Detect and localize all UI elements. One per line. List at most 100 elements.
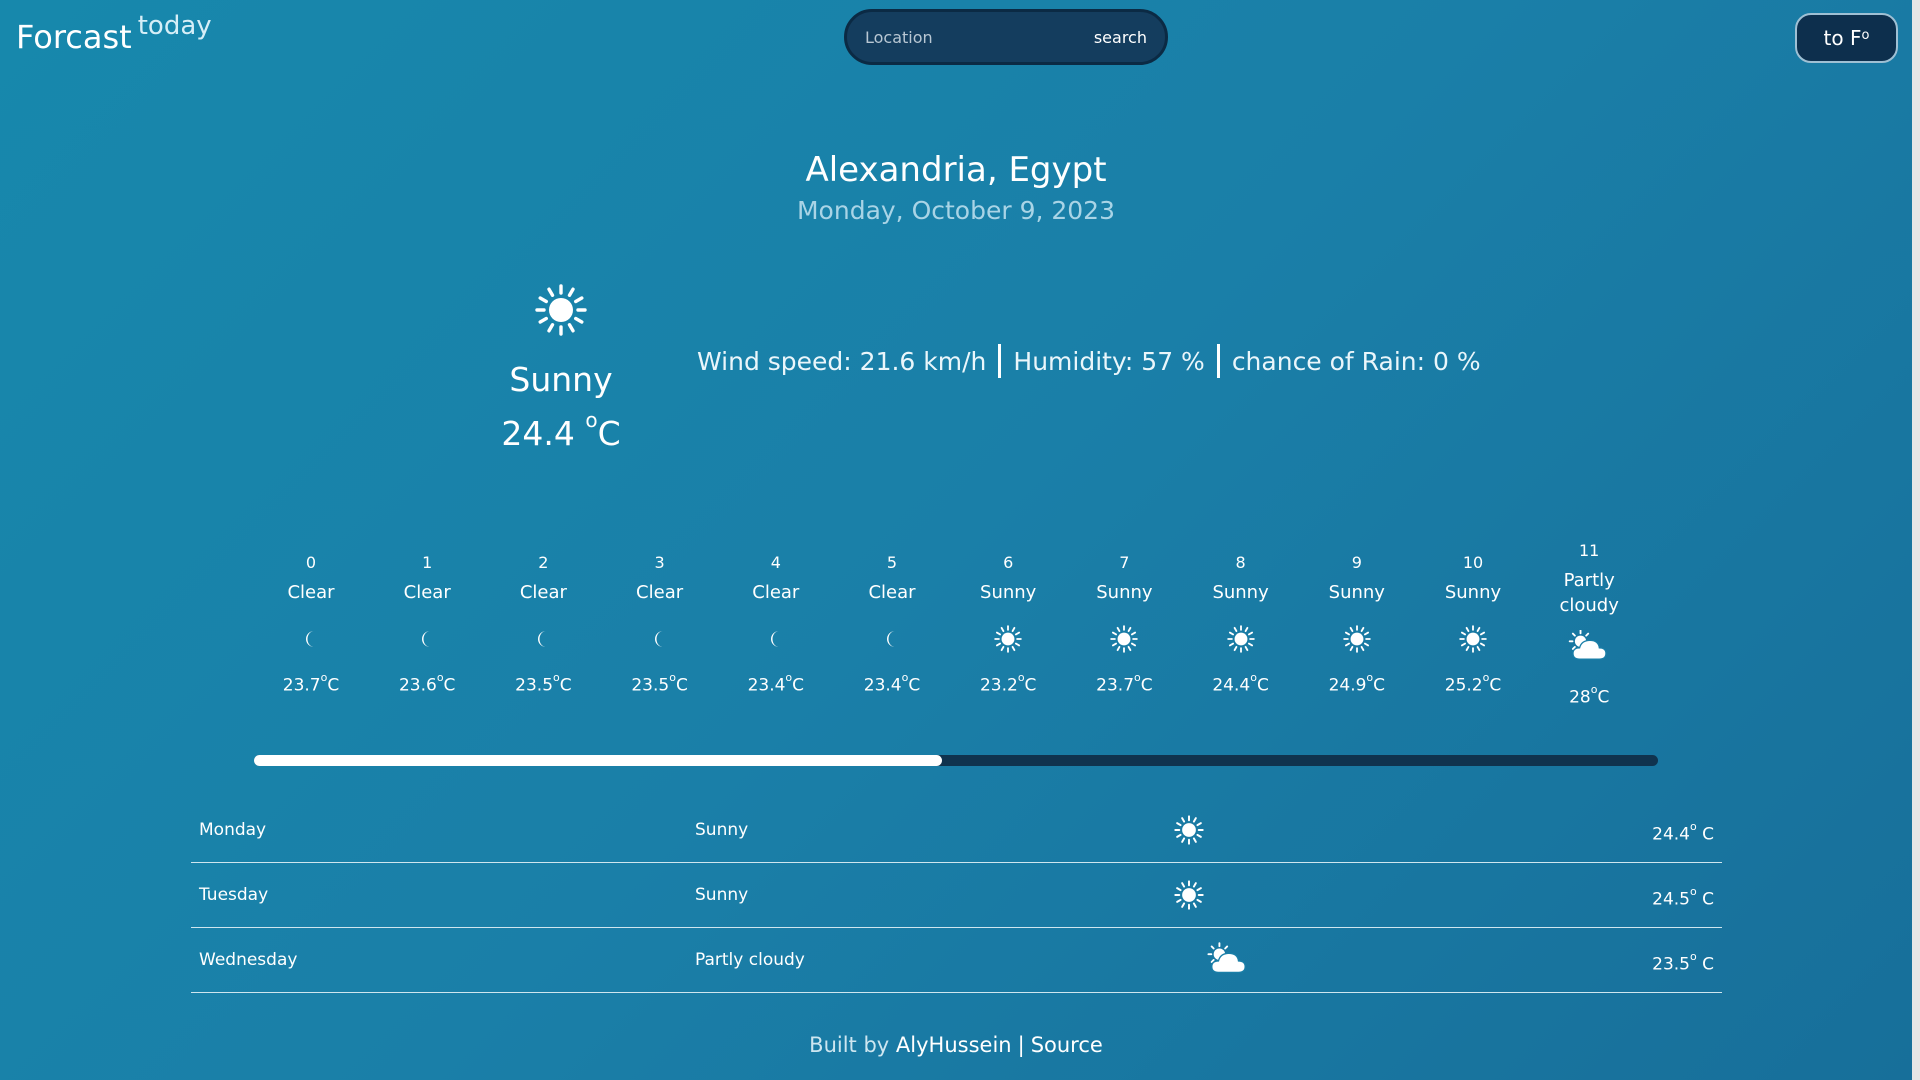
hour-temp-degree: o xyxy=(1250,671,1257,684)
hour-condition: Clear xyxy=(752,582,800,603)
hour-temp-unit: C xyxy=(1597,687,1610,708)
sun-icon xyxy=(535,284,587,336)
hour-temperature: 23.7oC xyxy=(253,671,369,696)
hour-condition: Sunny xyxy=(1444,582,1502,603)
hour-temp-unit: C xyxy=(443,675,456,696)
hour-temperature: 23.7oC xyxy=(1066,671,1182,696)
day-temp-value: 24.5 xyxy=(1652,889,1690,910)
chance-of-rain: chance of Rain: 0 % xyxy=(1231,346,1481,376)
hour-temp-value: 24.9 xyxy=(1328,675,1367,696)
hour-label: 1 xyxy=(422,553,433,572)
moon-icon xyxy=(887,631,895,647)
daily-forecast: Monday Sunny 24.4o C Tuesday Sunny 24.5o C Wed… xyxy=(191,798,1722,993)
hour-temp-degree: o xyxy=(1482,671,1490,684)
day-condition: Sunny xyxy=(695,885,749,905)
humidity: Humidity: 57 % xyxy=(1013,346,1205,376)
hour-temperature: 24.4oC xyxy=(1183,671,1299,696)
daily-row: Tuesday Sunny 24.5o C xyxy=(191,863,1722,928)
day-temperature: 23.5o C xyxy=(1652,928,1714,992)
hour-label: 6 xyxy=(1003,553,1014,572)
page-scrollbar-thumb[interactable] xyxy=(1912,0,1920,1080)
hour-temp-unit: C xyxy=(327,675,340,696)
hour-temp-degree: o xyxy=(1134,671,1141,684)
hour-condition: Clear xyxy=(403,582,451,603)
hour-condition: Clear xyxy=(868,582,916,603)
hour-temperature: 23.5oC xyxy=(602,671,718,696)
hour-temperature: 25.2oC xyxy=(1415,671,1531,696)
hour-temperature: 23.5oC xyxy=(485,671,601,696)
hour-temperature: 23.4oC xyxy=(718,671,834,696)
unit-toggle-button[interactable]: to Fo xyxy=(1795,13,1898,63)
day-temp-value: 24.4 xyxy=(1652,824,1690,845)
day-name: Tuesday xyxy=(199,885,269,905)
hour-temp-value: 23.7 xyxy=(1096,675,1135,696)
day-name: Monday xyxy=(199,820,267,840)
hour-temp-value: 24.4 xyxy=(1212,675,1251,696)
hourly-forecast: 0 Clear 23.7oC 1 Clear 23.6oC 2 Clear 23.5oC 3 Cle… xyxy=(253,530,1659,750)
hour-condition: Partly cloudy xyxy=(1559,570,1619,616)
hour-temp-value: 23.4 xyxy=(863,675,902,696)
hour-label: 0 xyxy=(305,553,317,572)
current-temperature: 24.4 oC xyxy=(460,408,662,453)
hour-condition: Sunny xyxy=(1212,582,1269,603)
day-temp-unit: C xyxy=(1696,954,1714,975)
location-search-input[interactable] xyxy=(863,26,1094,48)
sun-icon xyxy=(994,625,1022,653)
hour-label: 4 xyxy=(770,553,781,572)
weather-details: Wind speed: 21.6 km/h Humidity: 57 % cha… xyxy=(697,343,1481,379)
day-name: Wednesday xyxy=(199,950,298,970)
daily-row: Monday Sunny 24.4o C xyxy=(191,798,1722,863)
hour-label: 10 xyxy=(1462,553,1484,572)
hour-temp-degree: o xyxy=(785,671,793,684)
day-temp-degree: o xyxy=(1689,950,1697,963)
hour-temperature: 23.6oC xyxy=(369,671,485,696)
unit-toggle-degree: o xyxy=(1861,27,1870,43)
hour-temp-value: 25.2 xyxy=(1444,675,1483,696)
author-link[interactable]: AlyHussein xyxy=(896,1033,1012,1057)
details-divider xyxy=(1216,344,1220,378)
search-bar: search xyxy=(844,9,1168,65)
day-temp-degree: o xyxy=(1689,885,1697,898)
hour-condition: Sunny xyxy=(1096,582,1153,603)
hour-temp-unit: C xyxy=(792,675,805,696)
details-divider xyxy=(998,344,1002,378)
day-condition: Sunny xyxy=(695,820,749,840)
hour-label: 5 xyxy=(886,553,898,572)
hour-label: 3 xyxy=(654,553,665,572)
hour-temp-value: 23.5 xyxy=(515,675,554,696)
hourly-scrollbar-thumb[interactable] xyxy=(254,755,942,766)
hour-temperature: 23.2oC xyxy=(950,671,1066,696)
moon-icon xyxy=(538,631,547,647)
hour-temp-degree: o xyxy=(320,671,328,684)
day-temp-unit: C xyxy=(1696,889,1714,910)
day-condition: Partly cloudy xyxy=(695,950,805,970)
sun-icon xyxy=(1343,625,1371,653)
footer: Built by AlyHussein | Source xyxy=(0,1033,1912,1057)
daily-row: Wednesday Partly cloudy 23.5o C xyxy=(191,928,1722,993)
day-temperature: 24.5o C xyxy=(1652,863,1714,927)
day-temp-unit: C xyxy=(1696,824,1714,845)
hour-temp-degree: o xyxy=(1590,683,1598,696)
hour-temp-degree: o xyxy=(669,671,676,684)
hour-temp-degree: o xyxy=(901,671,909,684)
hour-condition: Clear xyxy=(636,582,684,603)
hour-condition: Sunny xyxy=(1328,582,1385,603)
current-condition: Sunny xyxy=(509,360,613,399)
sun-icon xyxy=(1459,625,1487,653)
footer-separator: | xyxy=(1017,1033,1025,1057)
source-link[interactable]: Source xyxy=(1031,1033,1103,1057)
hour-temperature: 23.4oC xyxy=(834,671,950,696)
day-temperature: 24.4o C xyxy=(1652,798,1714,862)
moon-icon xyxy=(306,631,314,647)
search-button[interactable]: search xyxy=(1094,28,1147,47)
location-name: Alexandria, Egypt xyxy=(805,150,1107,190)
hour-temp-unit: C xyxy=(1256,675,1269,696)
cloud-icon xyxy=(1207,942,1246,974)
moon-icon xyxy=(654,631,663,647)
day-temp-degree: o xyxy=(1689,820,1697,833)
hour-temp-value: 23.5 xyxy=(631,675,670,696)
footer-built-by: Built by xyxy=(809,1033,890,1057)
hour-label: 11 xyxy=(1579,541,1600,560)
unit-toggle-label: to F xyxy=(1823,26,1862,50)
moon-icon xyxy=(422,631,431,647)
